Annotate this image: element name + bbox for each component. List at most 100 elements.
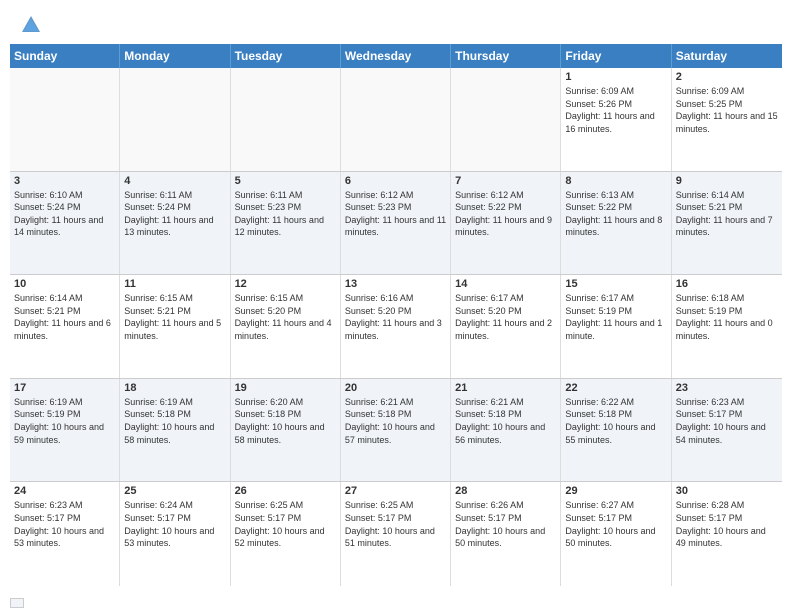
day-info: Sunrise: 6:11 AM Sunset: 5:23 PM Dayligh… xyxy=(235,189,336,239)
day-info: Sunrise: 6:24 AM Sunset: 5:17 PM Dayligh… xyxy=(124,499,225,549)
weekday-header-tuesday: Tuesday xyxy=(231,44,341,68)
day-info: Sunrise: 6:25 AM Sunset: 5:17 PM Dayligh… xyxy=(235,499,336,549)
day-info: Sunrise: 6:27 AM Sunset: 5:17 PM Dayligh… xyxy=(565,499,666,549)
day-info: Sunrise: 6:15 AM Sunset: 5:20 PM Dayligh… xyxy=(235,292,336,342)
day-number: 7 xyxy=(455,175,556,187)
day-info: Sunrise: 6:18 AM Sunset: 5:19 PM Dayligh… xyxy=(676,292,778,342)
day-number: 5 xyxy=(235,175,336,187)
day-cell-24: 24Sunrise: 6:23 AM Sunset: 5:17 PM Dayli… xyxy=(10,482,120,586)
week-row-0: 1 Sunrise: 6:09 AM Sunset: 5:26 PM Daylig… xyxy=(10,68,782,172)
page: SundayMondayTuesdayWednesdayThursdayFrid… xyxy=(0,0,792,612)
day-info: Sunrise: 6:25 AM Sunset: 5:17 PM Dayligh… xyxy=(345,499,446,549)
day-number: 3 xyxy=(14,175,115,187)
day-info: Sunrise: 6:14 AM Sunset: 5:21 PM Dayligh… xyxy=(676,189,778,239)
day-cell-12: 12 Sunrise: 6:15 AM Sunset: 5:20 PM Dayli… xyxy=(231,275,341,378)
day-number: 4 xyxy=(124,175,225,187)
week-row-3: 17 Sunrise: 6:19 AM Sunset: 5:19 PM Dayli… xyxy=(10,379,782,483)
day-cell-27: 27 Sunrise: 6:25 AM Sunset: 5:17 PM Dayli… xyxy=(341,482,451,586)
weekday-header-wednesday: Wednesday xyxy=(341,44,451,68)
day-number: 17 xyxy=(14,382,115,394)
day-cell-3: 3 Sunrise: 6:10 AM Sunset: 5:24 PM Daylig… xyxy=(10,172,120,275)
day-cell-21: 21 Sunrise: 6:21 AM Sunset: 5:18 PM Dayli… xyxy=(451,379,561,482)
day-number: 10 xyxy=(14,278,115,290)
day-info: Sunrise: 6:09 AM Sunset: 5:26 PM Dayligh… xyxy=(565,85,666,135)
day-cell-26: 26Sunrise: 6:25 AM Sunset: 5:17 PM Dayli… xyxy=(231,482,341,586)
day-cell-17: 17 Sunrise: 6:19 AM Sunset: 5:19 PM Dayli… xyxy=(10,379,120,482)
day-cell-1: 1 Sunrise: 6:09 AM Sunset: 5:26 PM Daylig… xyxy=(561,68,671,171)
day-info: Sunrise: 6:12 AM Sunset: 5:22 PM Dayligh… xyxy=(455,189,556,239)
day-cell-20: 20 Sunrise: 6:21 AM Sunset: 5:18 PM Dayli… xyxy=(341,379,451,482)
day-info: Sunrise: 6:17 AM Sunset: 5:20 PM Dayligh… xyxy=(455,292,556,342)
day-cell-13: 13Sunrise: 6:16 AM Sunset: 5:20 PM Dayli… xyxy=(341,275,451,378)
day-info: Sunrise: 6:09 AM Sunset: 5:25 PM Dayligh… xyxy=(676,85,778,135)
day-cell-2: 2Sunrise: 6:09 AM Sunset: 5:25 PM Daylig… xyxy=(672,68,782,171)
day-number: 21 xyxy=(455,382,556,394)
day-info: Sunrise: 6:17 AM Sunset: 5:19 PM Dayligh… xyxy=(565,292,666,342)
calendar: SundayMondayTuesdayWednesdayThursdayFrid… xyxy=(0,44,792,594)
day-number: 28 xyxy=(455,485,556,497)
empty-cell xyxy=(451,68,561,171)
day-info: Sunrise: 6:13 AM Sunset: 5:22 PM Dayligh… xyxy=(565,189,666,239)
day-cell-28: 28 Sunrise: 6:26 AM Sunset: 5:17 PM Dayli… xyxy=(451,482,561,586)
day-number: 11 xyxy=(124,278,225,290)
day-cell-14: 14 Sunrise: 6:17 AM Sunset: 5:20 PM Dayli… xyxy=(451,275,561,378)
logo xyxy=(18,14,42,36)
week-row-4: 24Sunrise: 6:23 AM Sunset: 5:17 PM Dayli… xyxy=(10,482,782,586)
calendar-header: SundayMondayTuesdayWednesdayThursdayFrid… xyxy=(10,44,782,68)
empty-cell xyxy=(341,68,451,171)
day-number: 23 xyxy=(676,382,778,394)
day-cell-8: 8 Sunrise: 6:13 AM Sunset: 5:22 PM Daylig… xyxy=(561,172,671,275)
header xyxy=(0,0,792,44)
day-cell-16: 16Sunrise: 6:18 AM Sunset: 5:19 PM Dayli… xyxy=(672,275,782,378)
day-cell-23: 23 Sunrise: 6:23 AM Sunset: 5:17 PM Dayli… xyxy=(672,379,782,482)
day-info: Sunrise: 6:10 AM Sunset: 5:24 PM Dayligh… xyxy=(14,189,115,239)
day-number: 27 xyxy=(345,485,446,497)
day-number: 19 xyxy=(235,382,336,394)
day-info: Sunrise: 6:22 AM Sunset: 5:18 PM Dayligh… xyxy=(565,396,666,446)
day-info: Sunrise: 6:11 AM Sunset: 5:24 PM Dayligh… xyxy=(124,189,225,239)
day-info: Sunrise: 6:15 AM Sunset: 5:21 PM Dayligh… xyxy=(124,292,225,342)
day-number: 14 xyxy=(455,278,556,290)
day-info: Sunrise: 6:21 AM Sunset: 5:18 PM Dayligh… xyxy=(345,396,446,446)
day-number: 12 xyxy=(235,278,336,290)
weekday-header-thursday: Thursday xyxy=(451,44,561,68)
day-cell-15: 15 Sunrise: 6:17 AM Sunset: 5:19 PM Dayli… xyxy=(561,275,671,378)
day-number: 25 xyxy=(124,485,225,497)
legend xyxy=(0,594,792,612)
weekday-header-saturday: Saturday xyxy=(672,44,782,68)
day-info: Sunrise: 6:23 AM Sunset: 5:17 PM Dayligh… xyxy=(676,396,778,446)
day-info: Sunrise: 6:28 AM Sunset: 5:17 PM Dayligh… xyxy=(676,499,778,549)
day-info: Sunrise: 6:19 AM Sunset: 5:19 PM Dayligh… xyxy=(14,396,115,446)
empty-cell xyxy=(10,68,120,171)
day-info: Sunrise: 6:21 AM Sunset: 5:18 PM Dayligh… xyxy=(455,396,556,446)
day-number: 20 xyxy=(345,382,446,394)
day-cell-25: 25 Sunrise: 6:24 AM Sunset: 5:17 PM Dayli… xyxy=(120,482,230,586)
day-info: Sunrise: 6:14 AM Sunset: 5:21 PM Dayligh… xyxy=(14,292,115,342)
day-info: Sunrise: 6:12 AM Sunset: 5:23 PM Dayligh… xyxy=(345,189,446,239)
day-number: 8 xyxy=(565,175,666,187)
day-cell-19: 19 Sunrise: 6:20 AM Sunset: 5:18 PM Dayli… xyxy=(231,379,341,482)
day-info: Sunrise: 6:26 AM Sunset: 5:17 PM Dayligh… xyxy=(455,499,556,549)
day-number: 30 xyxy=(676,485,778,497)
day-cell-22: 22Sunrise: 6:22 AM Sunset: 5:18 PM Dayli… xyxy=(561,379,671,482)
weekday-header-monday: Monday xyxy=(120,44,230,68)
day-cell-7: 7 Sunrise: 6:12 AM Sunset: 5:22 PM Daylig… xyxy=(451,172,561,275)
week-row-2: 10 Sunrise: 6:14 AM Sunset: 5:21 PM Dayli… xyxy=(10,275,782,379)
day-number: 24 xyxy=(14,485,115,497)
day-cell-10: 10 Sunrise: 6:14 AM Sunset: 5:21 PM Dayli… xyxy=(10,275,120,378)
day-number: 6 xyxy=(345,175,446,187)
day-cell-5: 5 Sunrise: 6:11 AM Sunset: 5:23 PM Daylig… xyxy=(231,172,341,275)
day-number: 9 xyxy=(676,175,778,187)
day-number: 15 xyxy=(565,278,666,290)
day-cell-6: 6 Sunrise: 6:12 AM Sunset: 5:23 PM Daylig… xyxy=(341,172,451,275)
week-row-1: 3 Sunrise: 6:10 AM Sunset: 5:24 PM Daylig… xyxy=(10,172,782,276)
empty-cell xyxy=(231,68,341,171)
day-info: Sunrise: 6:20 AM Sunset: 5:18 PM Dayligh… xyxy=(235,396,336,446)
day-number: 1 xyxy=(565,71,666,83)
day-number: 13 xyxy=(345,278,446,290)
day-cell-30: 30 Sunrise: 6:28 AM Sunset: 5:17 PM Dayli… xyxy=(672,482,782,586)
day-cell-11: 11 Sunrise: 6:15 AM Sunset: 5:21 PM Dayli… xyxy=(120,275,230,378)
weekday-header-sunday: Sunday xyxy=(10,44,120,68)
day-info: Sunrise: 6:19 AM Sunset: 5:18 PM Dayligh… xyxy=(124,396,225,446)
logo-icon xyxy=(20,14,42,36)
